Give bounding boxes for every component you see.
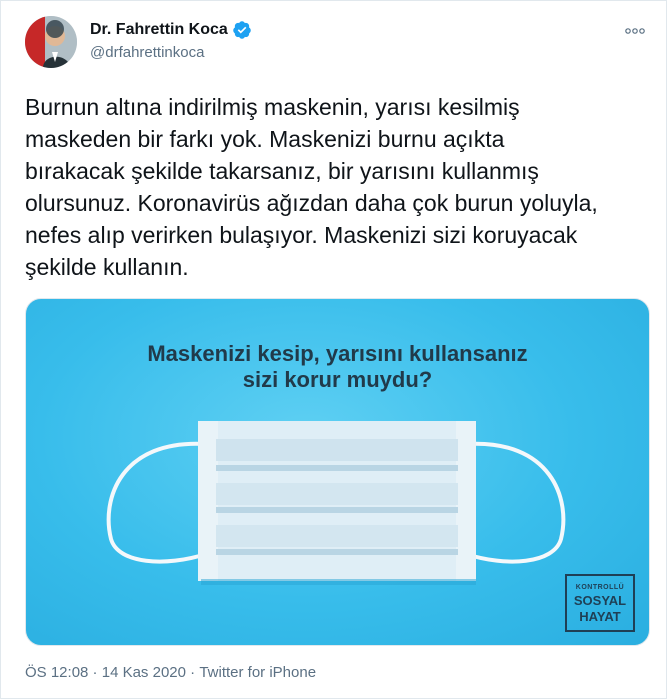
meta-separator-2: · — [185, 664, 200, 681]
tweet-time-link[interactable]: ÖS 12:08 — [25, 664, 88, 681]
avatar[interactable] — [25, 16, 77, 68]
tweet-metadata: ÖS 12:08 · 14 Kas 2020 · Twitter for iPh… — [25, 664, 316, 681]
avatar-photo-icon — [25, 16, 77, 68]
more-options-button[interactable] — [622, 21, 648, 41]
kontrollu-sosyal-hayat-logo: KONTROLLÜ SOSYAL HAYAT — [565, 574, 635, 632]
meta-separator-1: · — [88, 664, 102, 681]
more-options-icon — [625, 28, 645, 34]
face-mask-illustration — [106, 421, 566, 585]
tweet-text: Burnun altına indirilmiş maskenin, yarıs… — [25, 94, 598, 280]
user-info: Dr. Fahrettin Koca @drfahrettinkoca — [90, 20, 252, 61]
display-name[interactable]: Dr. Fahrettin Koca — [90, 21, 228, 39]
tweet-card: Dr. Fahrettin Koca @drfahrettinkoca Burn… — [0, 0, 667, 699]
logo-line3: HAYAT — [579, 608, 621, 624]
tweet-date-link[interactable]: 14 Kas 2020 — [102, 664, 186, 681]
name-row: Dr. Fahrettin Koca — [90, 20, 252, 40]
tweet-source-link[interactable]: Twitter for iPhone — [199, 664, 316, 681]
tweet-media-image[interactable]: Maskenizi kesip, yarısını kullansanız si… — [25, 298, 650, 646]
logo-line2: SOSYAL — [573, 592, 627, 608]
logo-line1: KONTROLLÜ — [575, 583, 625, 591]
verified-badge-icon — [232, 20, 252, 40]
user-handle[interactable]: @drfahrettinkoca — [90, 44, 252, 61]
